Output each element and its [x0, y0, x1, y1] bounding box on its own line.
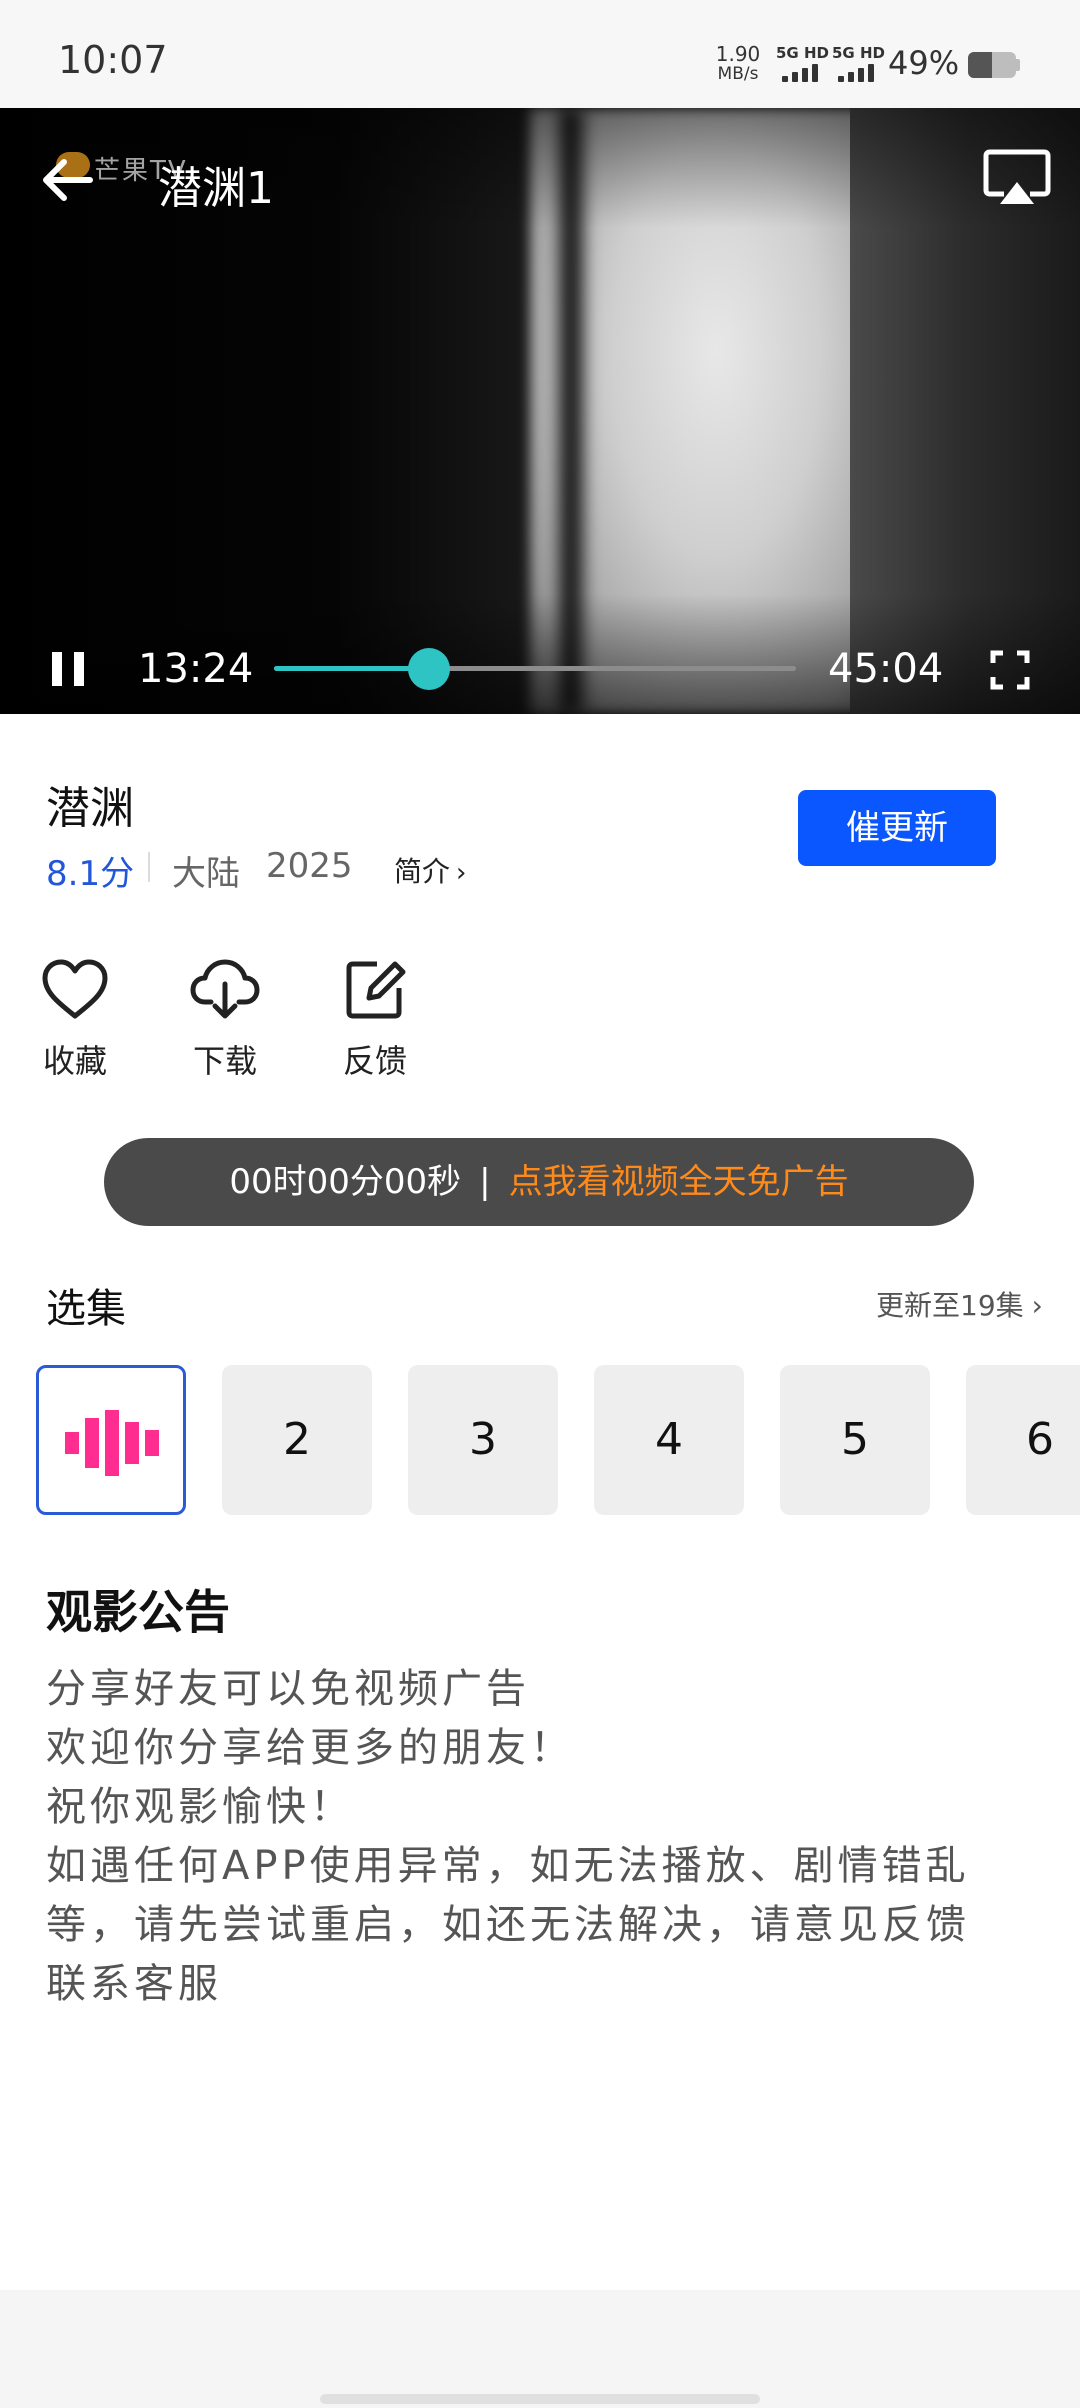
favorite-button[interactable]: 收藏	[20, 958, 130, 1086]
ad-cta: 点我看视频全天免广告	[508, 1162, 849, 1202]
intro-link[interactable]: 简介 ›	[394, 850, 466, 890]
show-score: 8.1分	[46, 854, 135, 894]
feedback-edit-icon	[346, 961, 406, 1019]
show-title: 潜渊	[46, 783, 134, 834]
meta-divider	[148, 852, 150, 882]
video-title: 潜渊1	[158, 163, 274, 214]
signal-2-icon: 5G HD	[832, 44, 888, 84]
seek-thumb[interactable]	[408, 648, 451, 690]
show-year: 2025	[266, 846, 353, 886]
feedback-label: 反馈	[342, 1042, 407, 1080]
battery-icon	[968, 52, 1016, 78]
network-speed-unit: MB/s	[717, 64, 759, 84]
home-indicator[interactable]	[320, 2394, 760, 2404]
battery-percent: 49%	[888, 44, 960, 82]
playing-bars-icon	[65, 1410, 159, 1476]
download-label: 下载	[192, 1042, 257, 1080]
seek-progress	[274, 666, 430, 671]
chevron-right-icon: ›	[456, 858, 467, 888]
request-update-button[interactable]: 催更新	[798, 790, 996, 866]
episode-item-2[interactable]: 2	[222, 1365, 372, 1515]
status-time: 10:07	[58, 38, 168, 82]
notice-body: 分享好友可以免视频广告 欢迎你分享给更多的朋友！ 祝你观影愉快！ 如遇任何APP…	[46, 1660, 1036, 2014]
status-bar: 10:07 1.90 MB/s 5G HD 5G HD 49%	[0, 0, 1080, 108]
episode-item-3[interactable]: 3	[408, 1365, 558, 1515]
episode-item-6[interactable]: 6	[966, 1365, 1080, 1515]
signal-1-icon: 5G HD	[776, 44, 832, 84]
episodes-update-link[interactable]: 更新至19集 ›	[876, 1284, 1043, 1324]
ad-separator: |	[479, 1162, 491, 1202]
notice-line: 欢迎你分享给更多的朋友！	[46, 1725, 574, 1771]
seek-bar[interactable]	[274, 648, 796, 690]
show-region: 大陆	[172, 854, 240, 894]
screen-cast-icon	[983, 149, 1051, 204]
ad-timer: 00时00分00秒	[229, 1162, 462, 1202]
notice-line: 如遇任何APP使用异常，如无法播放、剧情错乱	[46, 1843, 970, 1889]
current-time: 13:24	[138, 646, 254, 692]
episode-item-1[interactable]	[36, 1365, 186, 1515]
fullscreen-button[interactable]	[990, 650, 1030, 690]
notice-line: 祝你观影愉快！	[46, 1784, 354, 1830]
episodes-title: 选集	[46, 1286, 126, 1332]
cloud-download-icon	[190, 959, 260, 1019]
notice-line: 分享好友可以免视频广告	[46, 1666, 530, 1712]
notice-title: 观影公告	[46, 1585, 230, 1639]
network-speed-value: 1.90	[715, 42, 761, 66]
video-detail-page: 10:07 1.90 MB/s 5G HD 5G HD 49% 芒果TV 潜渊1…	[0, 0, 1080, 2408]
bottom-area	[0, 2290, 1080, 2408]
arrow-left-icon	[43, 159, 93, 201]
heart-icon	[42, 959, 108, 1019]
back-button[interactable]	[38, 150, 98, 210]
network-speed: 1.90 MB/s	[712, 44, 764, 84]
chevron-right-icon: ›	[1031, 1289, 1043, 1322]
fullscreen-icon	[990, 650, 1030, 690]
notice-line: 联系客服	[46, 1961, 222, 2007]
favorite-label: 收藏	[42, 1042, 107, 1080]
intro-label: 简介	[394, 855, 451, 888]
episode-item-4[interactable]: 4	[594, 1365, 744, 1515]
episode-item-5[interactable]: 5	[780, 1365, 930, 1515]
signal-2-label: 5G HD	[832, 44, 885, 62]
ad-free-banner[interactable]: 00时00分00秒 | 点我看视频全天免广告	[104, 1138, 974, 1226]
total-time: 45:04	[828, 646, 944, 692]
signal-1-label: 5G HD	[776, 44, 829, 62]
cast-button[interactable]	[982, 148, 1052, 212]
episodes-update-status: 更新至19集	[876, 1289, 1024, 1322]
download-button[interactable]: 下载	[170, 958, 280, 1086]
video-player[interactable]: 芒果TV 潜渊1 13:24 45:04	[0, 108, 1080, 714]
pause-button[interactable]	[48, 648, 88, 690]
show-meta: 8.1分 大陆 2025 简介 ›	[46, 842, 516, 894]
notice-line: 等，请先尝试重启，如还无法解决，请意见反馈	[46, 1902, 970, 1948]
feedback-button[interactable]: 反馈	[320, 958, 430, 1086]
